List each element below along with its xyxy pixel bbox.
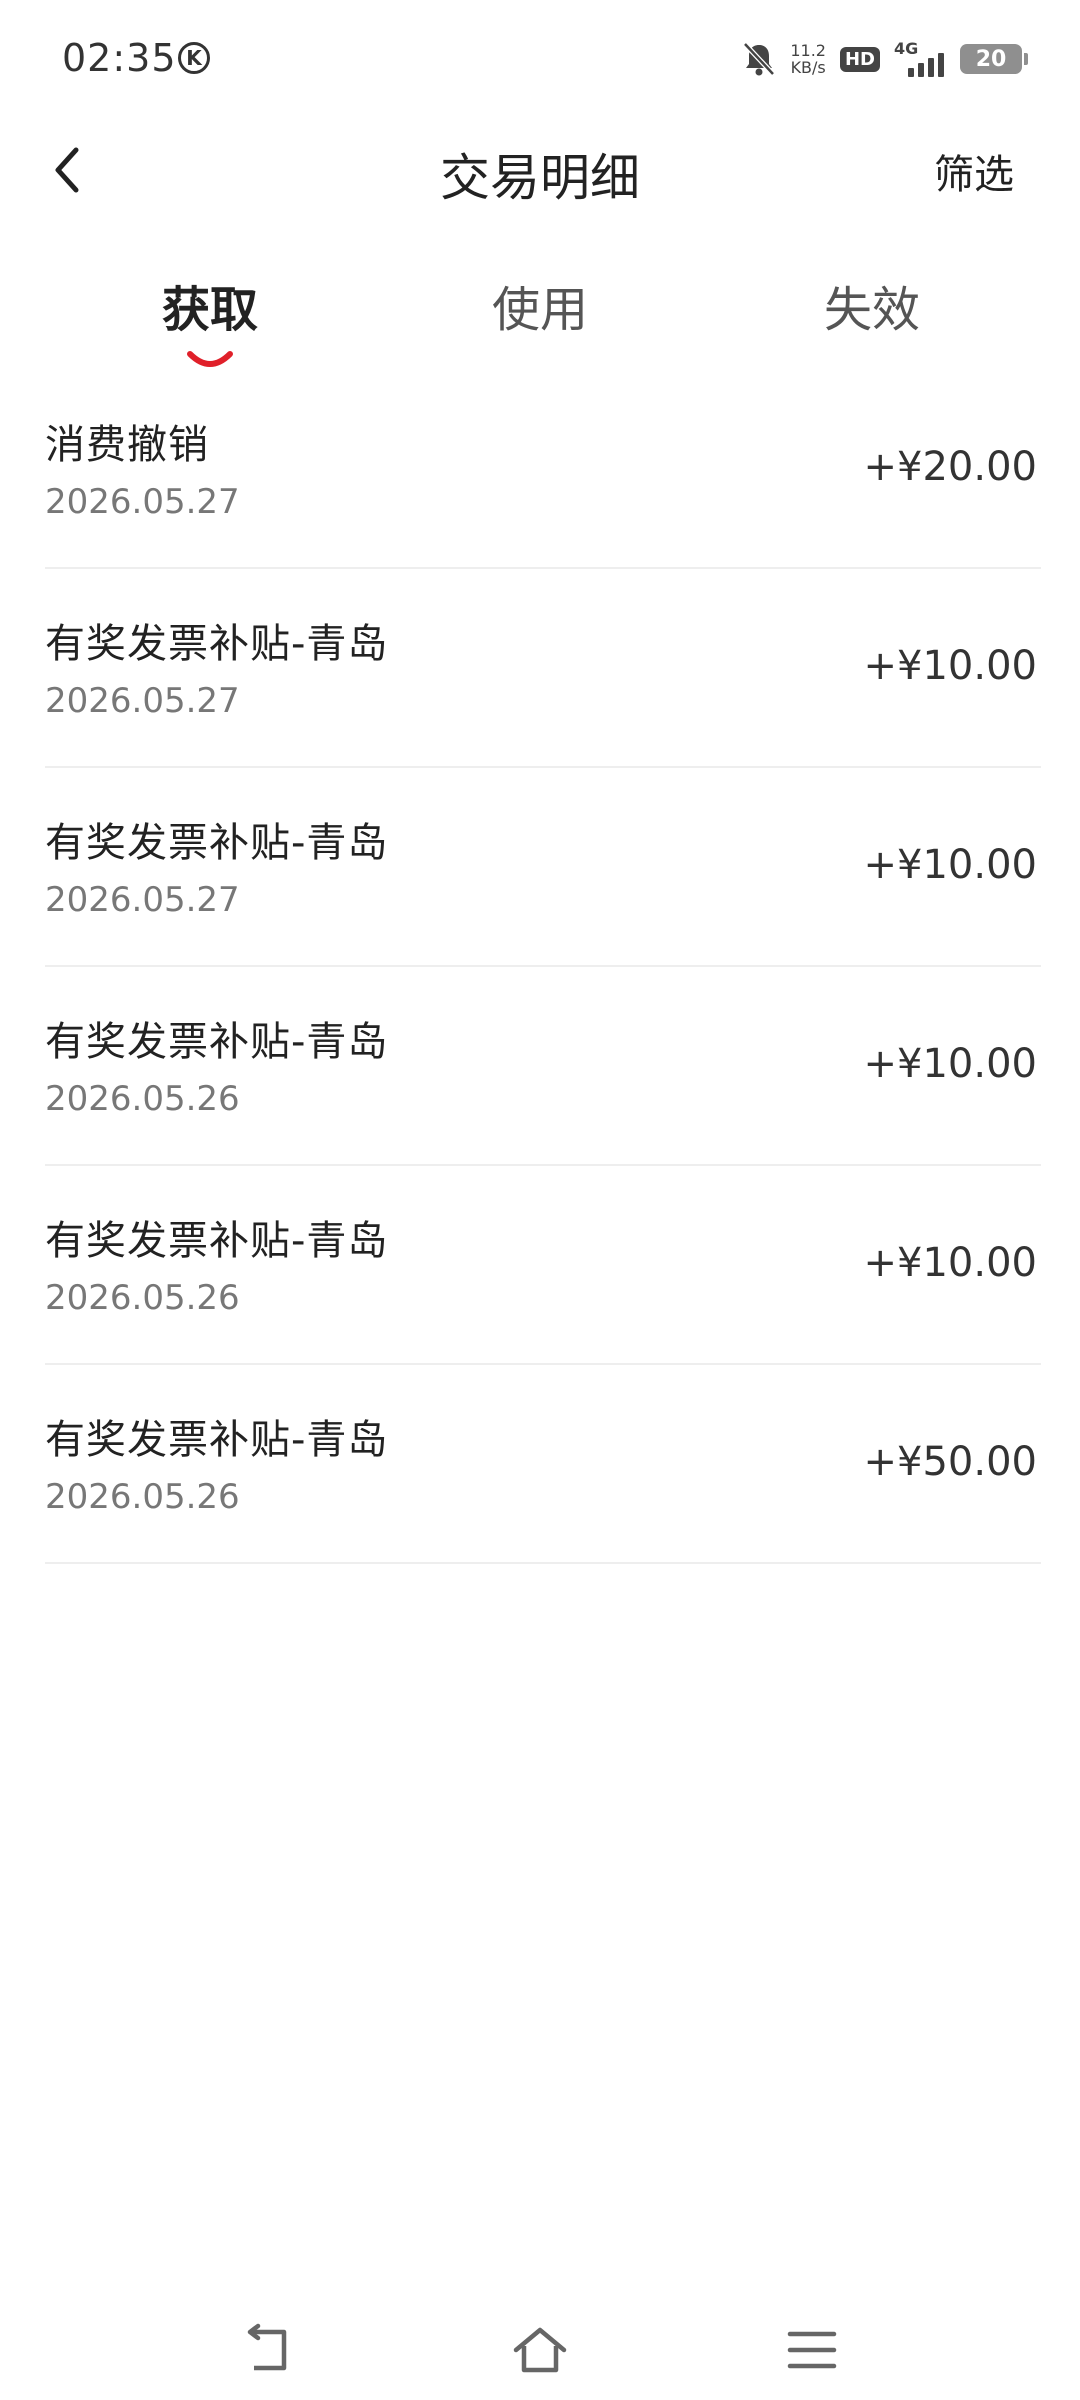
transaction-amount: +¥10.00 <box>863 643 1037 689</box>
app-header: 交易明细 筛选 <box>0 120 1080 220</box>
network-speed: 11.2 KB/s <box>790 42 826 76</box>
transaction-date: 2026.05.27 <box>45 880 240 920</box>
battery-icon: 20 <box>960 44 1028 74</box>
transaction-amount: +¥50.00 <box>863 1439 1037 1485</box>
transaction-row[interactable]: 有奖发票补贴-青岛 2026.05.27 +¥10.00 <box>45 569 1041 768</box>
tab-use[interactable]: 使用 <box>440 270 640 340</box>
transaction-date: 2026.05.27 <box>45 681 240 721</box>
transaction-title: 有奖发票补贴-青岛 <box>45 820 389 866</box>
transaction-row[interactable]: 有奖发票补贴-青岛 2026.05.26 +¥10.00 <box>45 1166 1041 1365</box>
nav-back-icon[interactable] <box>240 2320 300 2380</box>
home-icon[interactable] <box>510 2320 570 2380</box>
transaction-title: 有奖发票补贴-青岛 <box>45 1218 389 1264</box>
transaction-row[interactable]: 有奖发票补贴-青岛 2026.05.27 +¥10.00 <box>45 768 1041 967</box>
transaction-date: 2026.05.27 <box>45 482 240 522</box>
status-time: 02:35 <box>62 36 177 80</box>
transaction-title: 有奖发票补贴-青岛 <box>45 1019 389 1065</box>
transaction-date: 2026.05.26 <box>45 1278 240 1318</box>
menu-icon[interactable] <box>782 2320 842 2380</box>
active-tab-indicator <box>187 351 233 367</box>
tab-expired[interactable]: 失效 <box>772 270 972 340</box>
battery-level: 20 <box>975 46 1007 72</box>
transaction-amount: +¥10.00 <box>863 1041 1037 1087</box>
filter-button[interactable]: 筛选 <box>934 142 1014 200</box>
tab-bar: 获取 使用 失效 <box>0 260 1080 370</box>
tab-obtain[interactable]: 获取 <box>110 270 310 340</box>
transaction-amount: +¥10.00 <box>863 1240 1037 1286</box>
page-title: 交易明细 <box>440 149 640 207</box>
transaction-amount: +¥10.00 <box>863 842 1037 888</box>
mute-bell-icon <box>743 42 776 76</box>
speed-unit: KB/s <box>790 58 826 77</box>
system-nav-bar <box>0 2300 1080 2400</box>
transaction-title: 消费撤销 <box>45 422 209 468</box>
speed-value: 11.2 <box>790 41 826 60</box>
k-badge-icon: K <box>178 42 210 74</box>
transaction-row[interactable]: 有奖发票补贴-青岛 2026.05.26 +¥10.00 <box>45 967 1041 1166</box>
transaction-details-screen: 02:35 K 11.2 KB/s HD 4G 20 交易明细 筛选 获取 使用… <box>0 0 1080 2400</box>
hd-icon: HD <box>839 46 880 72</box>
transaction-list: 消费撤销 2026.05.27 +¥20.00 有奖发票补贴-青岛 2026.0… <box>45 370 1041 1564</box>
signal-icon: 4G <box>894 39 946 79</box>
status-icons: 11.2 KB/s HD 4G 20 <box>742 34 1028 84</box>
transaction-row[interactable]: 消费撤销 2026.05.27 +¥20.00 <box>45 370 1041 569</box>
status-bar: 02:35 K 11.2 KB/s HD 4G 20 <box>0 0 1080 120</box>
transaction-amount: +¥20.00 <box>863 444 1037 490</box>
transaction-row[interactable]: 有奖发票补贴-青岛 2026.05.26 +¥50.00 <box>45 1365 1041 1564</box>
transaction-date: 2026.05.26 <box>45 1477 240 1517</box>
transaction-title: 有奖发票补贴-青岛 <box>45 1417 389 1463</box>
transaction-date: 2026.05.26 <box>45 1079 240 1119</box>
transaction-title: 有奖发票补贴-青岛 <box>45 621 389 667</box>
